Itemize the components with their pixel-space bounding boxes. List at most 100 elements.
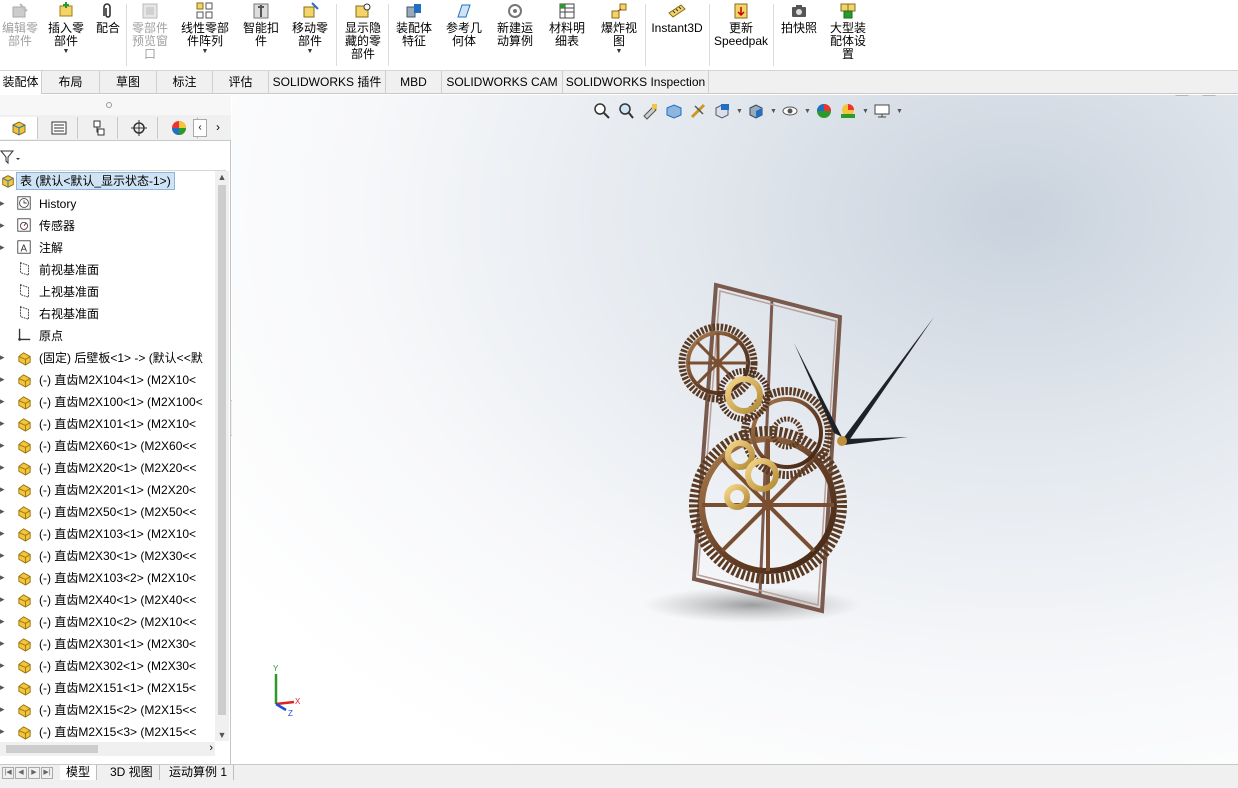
exploded-view-button[interactable]: 爆炸视 图 ▼	[596, 0, 642, 70]
next-tab-icon[interactable]: ▶	[28, 767, 40, 779]
insert-component-button[interactable]: 插入零 部件 ▼	[44, 0, 88, 70]
tab-configuration-manager[interactable]	[80, 117, 118, 139]
panel-grip[interactable]	[0, 95, 231, 115]
tree-item[interactable]: ▸ A 注解	[0, 237, 215, 259]
horizontal-scroll-thumb[interactable]	[6, 745, 98, 753]
expand-arrow-icon[interactable]: ▸	[0, 374, 6, 384]
insert-component-dropdown-icon[interactable]: ▼	[63, 48, 70, 56]
expand-arrow-icon[interactable]: ▸	[0, 462, 6, 472]
expand-arrow-icon[interactable]: ▸	[0, 506, 6, 516]
tab-3d-view[interactable]: 3D 视图	[104, 765, 160, 781]
expand-arrow-icon[interactable]: ▸	[0, 572, 6, 582]
tree-item[interactable]: ▸ (-) 直齿M2X30<1> (M2X30<<	[0, 545, 215, 567]
mate-button[interactable]: 配合	[92, 0, 124, 70]
expand-arrow-icon[interactable]: ▸	[0, 528, 6, 538]
tree-vertical-scrollbar[interactable]: ▲ ▼	[215, 171, 229, 741]
tree-item[interactable]: ▸ (-) 直齿M2X103<2> (M2X10<	[0, 567, 215, 589]
tab-solidworks-cam[interactable]: SOLIDWORKS CAM	[442, 71, 563, 94]
tree-item[interactable]: ▸ (-) 直齿M2X104<1> (M2X10<	[0, 369, 215, 391]
tree-item[interactable]: ▸ (-) 直齿M2X151<1> (M2X15<	[0, 677, 215, 699]
tree-item[interactable]: 上视基准面	[0, 281, 215, 303]
tree-item[interactable]: ▸ 传感器	[0, 215, 215, 237]
expand-arrow-icon[interactable]: ▸	[0, 220, 6, 230]
expand-arrow-icon[interactable]: ▸	[0, 242, 6, 252]
expand-arrow-icon[interactable]: ▸	[0, 660, 6, 670]
tree-item[interactable]: ▸ (-) 直齿M2X50<1> (M2X50<<	[0, 501, 215, 523]
scroll-down-icon[interactable]: ▼	[217, 730, 227, 740]
instant3d-button[interactable]: Instant3D	[648, 0, 706, 70]
tab-mbd[interactable]: MBD	[386, 71, 442, 94]
tab-sketch[interactable]: 草图	[100, 71, 157, 94]
tree-item[interactable]: 右视基准面	[0, 303, 215, 325]
tab-property-manager[interactable]	[40, 117, 78, 139]
linear-pattern-dropdown-icon[interactable]: ▼	[202, 48, 209, 56]
tree-item[interactable]: ▸ (-) 直齿M2X15<2> (M2X15<<	[0, 699, 215, 721]
expand-arrow-icon[interactable]: ▸	[0, 418, 6, 428]
scroll-right-icon[interactable]: ›	[209, 742, 213, 755]
take-snapshot-button[interactable]: 拍快照	[776, 0, 822, 70]
expand-arrow-icon[interactable]: ▸	[0, 352, 6, 362]
tab-feature-manager[interactable]	[0, 117, 38, 139]
tab-markup[interactable]: 标注	[157, 71, 213, 94]
component-preview-window-button[interactable]: 零部件 预览窗 口	[128, 0, 172, 70]
tree-horizontal-scrollbar[interactable]: ›	[0, 742, 215, 756]
expand-arrow-icon[interactable]: ▸	[0, 704, 6, 714]
move-component-button[interactable]: 移动零 部件 ▼	[288, 0, 332, 70]
edit-component-button[interactable]: 编辑零 部件	[0, 0, 40, 70]
expand-arrow-icon[interactable]: ▸	[0, 594, 6, 604]
last-tab-icon[interactable]: ▶|	[41, 767, 53, 779]
filter-funnel-icon[interactable]	[0, 149, 22, 165]
tree-item[interactable]: ▸ History	[0, 193, 215, 215]
tab-dimxpert-manager[interactable]	[120, 117, 158, 139]
first-tab-icon[interactable]: |◀	[2, 767, 14, 779]
tab-solidworks-addins[interactable]: SOLIDWORKS 插件	[269, 71, 386, 94]
tree-item[interactable]: ▸ (-) 直齿M2X15<3> (M2X15<<	[0, 721, 215, 741]
expand-arrow-icon[interactable]: ▸	[0, 484, 6, 494]
tree-item[interactable]: ▸ (-) 直齿M2X40<1> (M2X40<<	[0, 589, 215, 611]
move-component-dropdown-icon[interactable]: ▼	[307, 48, 314, 56]
tab-assembly[interactable]: 装配体	[0, 71, 42, 94]
tree-item[interactable]: ▸ (-) 直齿M2X103<1> (M2X10<	[0, 523, 215, 545]
expand-arrow-icon[interactable]: ▸	[0, 440, 6, 450]
gear-clock-model[interactable]	[232, 95, 1238, 764]
linear-component-pattern-button[interactable]: 线性零部 件阵列 ▼	[176, 0, 234, 70]
tree-item[interactable]: ▸ (固定) 后壁板<1> -> (默认<<默	[0, 347, 215, 369]
tab-layout[interactable]: 布局	[42, 71, 100, 94]
large-assembly-settings-button[interactable]: 大型装 配体设 置	[824, 0, 872, 70]
tab-evaluate[interactable]: 评估	[213, 71, 269, 94]
tree-item[interactable]: ▸ (-) 直齿M2X10<2> (M2X10<<	[0, 611, 215, 633]
graphics-area[interactable]: ▼ ▼ ▼ ▼ ▼ Y X Z	[232, 95, 1238, 764]
tree-item[interactable]: ▸ (-) 直齿M2X101<1> (M2X10<	[0, 413, 215, 435]
prev-tab-icon[interactable]: ◀	[15, 767, 27, 779]
tree-item[interactable]: 原点	[0, 325, 215, 347]
tab-motion-study-1[interactable]: 运动算例 1	[163, 765, 235, 781]
reference-geometry-button[interactable]: 参考几 何体	[440, 0, 488, 70]
tree-item[interactable]: ▸ (-) 直齿M2X100<1> (M2X100<	[0, 391, 215, 413]
tab-solidworks-inspection[interactable]: SOLIDWORKS Inspection	[563, 71, 709, 94]
expand-arrow-icon[interactable]: ▸	[0, 726, 6, 736]
smart-fasteners-button[interactable]: 智能扣 件	[238, 0, 284, 70]
show-hidden-components-button[interactable]: 显示隐 藏的零 部件	[340, 0, 386, 70]
update-speedpak-button[interactable]: 更新 Speedpak	[712, 0, 770, 70]
exploded-view-dropdown-icon[interactable]: ▼	[616, 48, 623, 56]
tab-model[interactable]: 模型	[60, 765, 98, 781]
tree-item[interactable]: ▸ (-) 直齿M2X302<1> (M2X30<	[0, 655, 215, 677]
expand-arrow-icon[interactable]: ▸	[0, 396, 6, 406]
expand-arrow-icon[interactable]: ▸	[0, 682, 6, 692]
expand-arrow-icon[interactable]: ▸	[0, 638, 6, 648]
scroll-up-icon[interactable]: ▲	[217, 172, 227, 182]
tabs-scroll-left-icon[interactable]: ‹	[193, 119, 207, 137]
expand-arrow-icon[interactable]: ▸	[0, 550, 6, 560]
expand-arrow-icon[interactable]: ▸	[0, 616, 6, 626]
tree-item[interactable]: ▸ (-) 直齿M2X20<1> (M2X20<<	[0, 457, 215, 479]
tree-root-assembly[interactable]: 表 (默认<默认_显示状态-1>)	[0, 171, 215, 193]
expand-arrow-icon[interactable]: ▸	[0, 198, 6, 208]
tree-item[interactable]: 前视基准面	[0, 259, 215, 281]
tabs-scroll-right-icon[interactable]: ›	[211, 119, 225, 137]
tree-item[interactable]: ▸ (-) 直齿M2X301<1> (M2X30<	[0, 633, 215, 655]
tree-item[interactable]: ▸ (-) 直齿M2X60<1> (M2X60<<	[0, 435, 215, 457]
vertical-scroll-thumb[interactable]	[218, 185, 226, 715]
bill-of-materials-button[interactable]: 材料明 细表	[544, 0, 590, 70]
new-motion-study-button[interactable]: 新建运 动算例	[492, 0, 538, 70]
tree-item[interactable]: ▸ (-) 直齿M2X201<1> (M2X20<	[0, 479, 215, 501]
